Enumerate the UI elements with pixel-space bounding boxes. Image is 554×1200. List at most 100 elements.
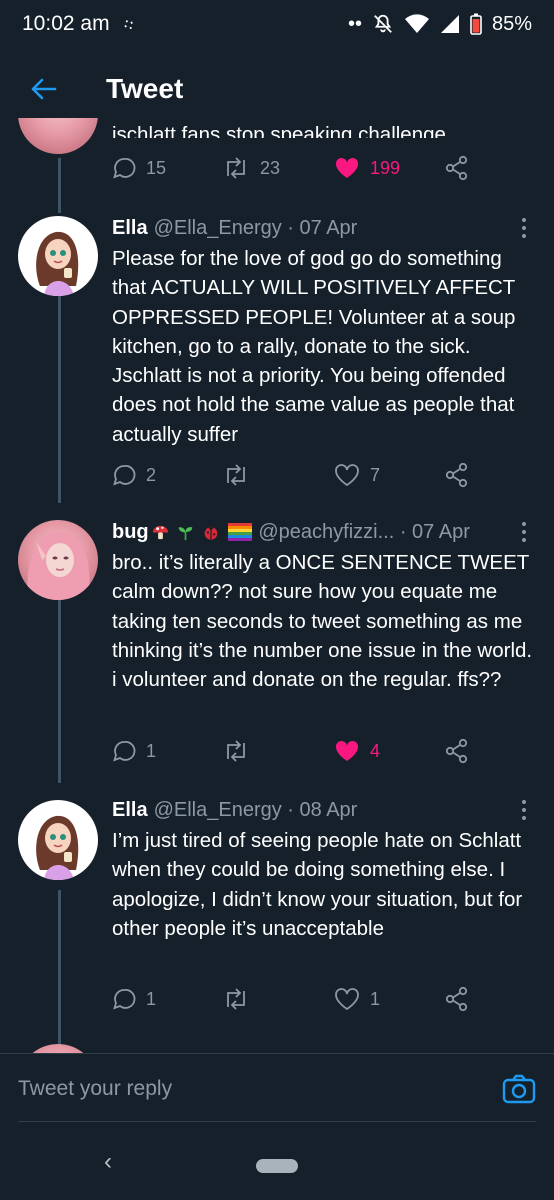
more-options-button[interactable] [514,216,534,240]
tweet-header: Ella @Ella_Energy · 07 Apr [112,214,534,242]
tweet-date: 08 Apr [299,798,358,821]
retweet-button[interactable]: 23 [222,153,280,183]
reply-button[interactable]: 2 [112,460,156,490]
tweet-header: bug @peachyfizzi... · 07 Apr [112,518,534,546]
avatar-photo [27,531,90,600]
more-options-button[interactable] [514,798,534,822]
thread-line [58,288,61,503]
user-handle[interactable]: @Ella_Energy [154,799,282,822]
share-icon [445,462,468,488]
retweet-button[interactable] [222,984,250,1014]
reply-icon [113,741,136,762]
retweet-icon [227,464,245,486]
display-name[interactable]: Ella [112,799,148,822]
thread-line [58,583,61,783]
avatar-illustration [36,815,79,880]
separator-dot: · [394,520,413,543]
avatar[interactable] [18,1044,98,1053]
avatar-illustration [36,231,79,296]
user-handle[interactable]: @peachyfizzi... [258,521,394,544]
notification-dots-icon: •• [347,12,362,35]
reply-input[interactable] [18,1076,502,1101]
share-button[interactable] [444,984,470,1014]
ladybug-emoji-icon [204,525,218,540]
signal-icon [440,15,459,33]
heart-icon [335,988,359,1011]
avatar[interactable] [18,216,98,296]
system-back-icon[interactable]: ‹ [104,1148,124,1178]
reply-button[interactable]: 1 [112,736,156,766]
battery-icon [470,13,482,35]
like-button[interactable]: 4 [334,736,380,766]
like-count: 1 [370,988,381,1009]
more-options-button[interactable] [514,520,534,544]
status-icons: •• 85% [348,13,532,36]
back-button[interactable] [20,66,66,112]
share-button[interactable] [444,460,470,490]
retweet-icon [227,988,245,1010]
like-button[interactable]: 199 [334,153,400,183]
share-button[interactable] [444,153,470,183]
tweet-text: Please for the love of god go do somethi… [112,247,516,446]
reply-count: 2 [146,464,157,485]
thread-line [58,158,61,213]
reply-composer [0,1053,554,1123]
mute-icon [374,14,392,33]
display-name[interactable]: Ella [112,217,148,240]
tweet-date: 07 Apr [299,216,358,239]
avatar[interactable] [18,800,98,880]
reply-button[interactable]: 15 [112,153,166,183]
retweet-icon [227,740,245,762]
camera-icon[interactable] [502,1072,536,1106]
avatar[interactable] [18,118,98,154]
reply-icon [113,989,136,1010]
home-pill[interactable] [256,1159,298,1173]
activity-icon: ·:· [117,12,137,35]
user-handle[interactable]: @Ella_Energy [154,217,282,240]
reply-count: 1 [146,740,157,761]
retweet-button[interactable] [222,736,250,766]
like-button[interactable]: 7 [334,460,380,490]
status-bar: 10:02 am ·:· •• 85% [0,0,554,48]
reply-icon [113,465,136,486]
heart-filled-icon [335,740,359,761]
tweet-actions: 1 4 [112,736,474,766]
like-button[interactable]: 1 [334,984,380,1014]
name-emojis [149,521,253,544]
share-icon [445,155,468,181]
separator-dot: · [281,798,300,821]
like-count: 199 [370,157,401,178]
share-icon [445,738,468,764]
arrow-left-icon [31,78,57,100]
page-title: Tweet [106,73,184,104]
tweet-header: Ella @Ella_Energy · 08 Apr [112,796,534,824]
system-nav-bar: ‹ [0,1130,554,1200]
tweet-text: jschlatt fans stop speaking challenge [112,123,446,138]
reply-count: 1 [146,988,157,1009]
heart-filled-icon [335,157,359,178]
share-icon [445,986,468,1012]
separator-dot: · [281,216,300,239]
display-name[interactable]: bug [112,521,149,544]
like-count: 7 [370,464,381,485]
like-count: 4 [370,740,381,761]
retweet-count: 23 [260,157,281,178]
divider [18,1121,536,1122]
reply-count: 15 [146,157,167,178]
share-button[interactable] [444,736,470,766]
wifi-icon [404,14,429,33]
battery-percent: 85% [491,12,532,35]
tweet-date: 07 Apr [412,520,470,543]
reply-button[interactable]: 1 [112,984,156,1014]
tweet-text: I’m just tired of seeing people hate on … [112,829,523,940]
reply-thread[interactable]: jschlatt fans stop speaking challenge 15… [0,118,554,1053]
thread-line [58,890,61,1053]
retweet-button[interactable] [222,460,250,490]
status-time: 10:02 am [22,12,110,35]
mushroom-emoji-icon [152,525,168,539]
heart-icon [335,464,359,487]
tweet-actions: 15 23 199 [112,153,474,183]
rainbow-flag-emoji-icon [228,523,253,542]
avatar[interactable] [18,520,98,600]
tweet-text: bro.. it’s literally a ONCE SENTENCE TWE… [112,551,533,692]
